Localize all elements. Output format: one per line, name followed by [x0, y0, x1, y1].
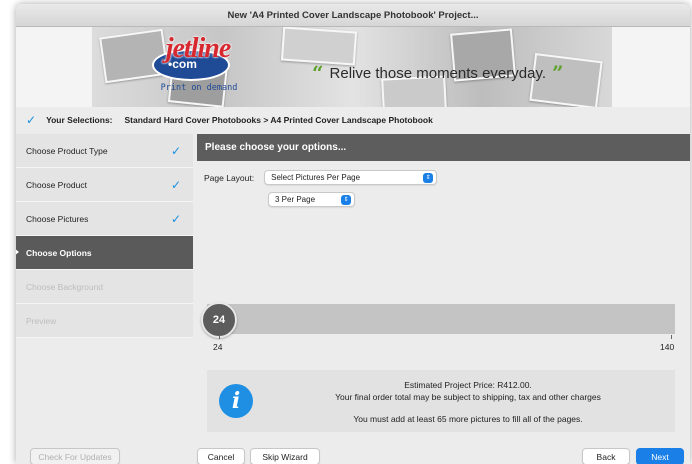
charges-note: Your final order total may be subject to…: [335, 392, 601, 402]
banner: jetline •com Print on demand “ Relive th…: [16, 27, 690, 107]
step-choose-product[interactable]: Choose Product ✓: [16, 168, 193, 202]
step-choose-options[interactable]: Choose Options: [16, 236, 193, 270]
check-icon: ✓: [26, 113, 37, 127]
slider-knob[interactable]: 24: [201, 302, 237, 338]
panel-title: Please choose your options...: [197, 134, 690, 161]
slider-min-label: 24: [213, 342, 223, 352]
selections-value: Standard Hard Cover Photobooks > A4 Prin…: [124, 115, 433, 125]
selections-bar: ✓ Your Selections: Standard Hard Cover P…: [16, 108, 690, 132]
page-layout-label: Page Layout:: [204, 172, 255, 183]
page-layout-select[interactable]: Select Pictures Per Page ⇕: [264, 170, 438, 185]
check-updates-button[interactable]: Check For Updates: [30, 448, 120, 464]
slider-max-label: 140: [660, 342, 675, 352]
window-title: New 'A4 Printed Cover Landscape Photoboo…: [16, 4, 690, 27]
photo-tile: [280, 27, 358, 66]
step-choose-background: Choose Background: [16, 270, 193, 304]
tagline-quote: “ Relive those moments everyday. ”: [312, 61, 564, 85]
quote-close-icon: ”: [552, 61, 564, 85]
quote-open-icon: “: [312, 61, 324, 85]
wizard-steps: Choose Product Type ✓ Choose Product ✓ C…: [16, 134, 193, 338]
options-panel: Please choose your options... Page Layou…: [197, 134, 690, 440]
back-button[interactable]: Back: [582, 448, 630, 464]
step-preview: Preview: [16, 304, 193, 338]
slider-max-tick: [671, 335, 672, 339]
jetline-logo: jetline •com Print on demand: [138, 33, 250, 99]
check-icon: ✓: [170, 177, 181, 192]
quote-text: Relive those moments everyday.: [329, 64, 546, 82]
next-button[interactable]: Next: [636, 448, 684, 464]
cancel-button[interactable]: Cancel: [197, 448, 245, 464]
step-choose-pictures[interactable]: Choose Pictures ✓: [16, 202, 193, 236]
per-page-select[interactable]: 3 Per Page ⇕: [268, 192, 355, 207]
price-info-box: i Estimated Project Price: R412.00. Your…: [207, 370, 675, 432]
skip-wizard-button[interactable]: Skip Wizard: [250, 448, 320, 464]
picture-count-slider[interactable]: [207, 304, 675, 334]
check-icon: ✓: [170, 143, 181, 158]
price-text: Estimated Project Price: R412.00.: [404, 380, 532, 390]
page-layout-row: Page Layout: Select Pictures Per Page ⇕: [204, 170, 438, 185]
pictures-needed-note: You must add at least 65 more pictures t…: [353, 414, 583, 424]
selections-label: Your Selections:: [46, 115, 113, 125]
per-page-row: 3 Per Page ⇕: [268, 192, 355, 207]
footer-bar: Check For Updates Cancel Skip Wizard Bac…: [16, 444, 690, 464]
updown-chevron-icon: ⇕: [341, 194, 351, 205]
wizard-window: New 'A4 Printed Cover Landscape Photoboo…: [16, 4, 690, 464]
check-icon: ✓: [170, 211, 181, 226]
slider-min-tick: [219, 335, 220, 339]
info-icon: i: [219, 384, 253, 418]
step-choose-product-type[interactable]: Choose Product Type ✓: [16, 134, 193, 168]
updown-chevron-icon: ⇕: [423, 172, 434, 183]
